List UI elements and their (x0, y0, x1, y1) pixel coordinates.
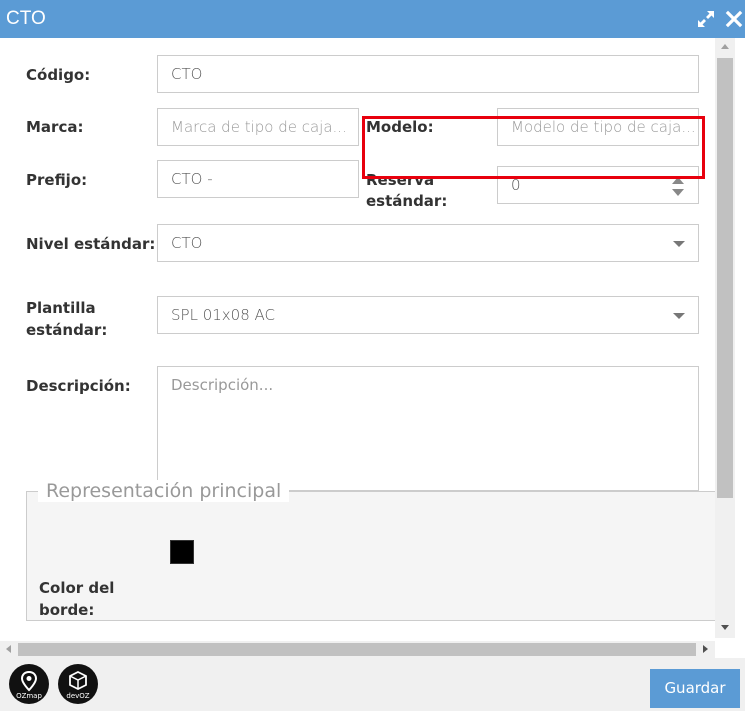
vertical-scroll-thumb[interactable] (717, 58, 733, 498)
descripcion-label: Descripción: (26, 377, 131, 395)
nivel-label: Nivel estándar: (26, 235, 156, 253)
representacion-fieldset (26, 491, 726, 621)
highlight-box (362, 116, 705, 179)
descripcion-textarea[interactable]: Descripción... (157, 366, 699, 491)
plantilla-label-line2: estándar: (26, 321, 108, 339)
representacion-legend: Representación principal (38, 480, 290, 502)
ozmap-logo: OZmap (9, 664, 49, 704)
devoz-logo-text: devOZ (66, 692, 90, 700)
plantilla-value: SPL 01x08 AC (171, 306, 275, 324)
chevron-down-icon (673, 313, 685, 319)
reserva-label-line2: estándar: (366, 192, 448, 210)
color-borde-label-line2: borde: (39, 601, 95, 619)
codigo-value: CTO (171, 65, 203, 83)
dialog-footer (0, 658, 745, 711)
codigo-input[interactable]: CTO (157, 55, 699, 93)
prefijo-input[interactable]: CTO - (157, 160, 359, 198)
codigo-label: Código: (26, 66, 91, 84)
scroll-left-icon[interactable] (6, 645, 11, 653)
scroll-up-icon[interactable] (721, 44, 729, 49)
plantilla-select[interactable]: SPL 01x08 AC (157, 296, 699, 334)
prefijo-label: Prefijo: (26, 171, 88, 189)
scroll-corner (715, 638, 745, 658)
close-icon[interactable] (724, 9, 744, 29)
devoz-logo: devOZ (58, 664, 98, 704)
expand-arrows-icon[interactable] (696, 9, 716, 29)
window-titlebar: CTO (0, 0, 745, 38)
plantilla-label-line1: Plantilla (26, 299, 96, 317)
save-button[interactable]: Guardar (650, 669, 740, 708)
vertical-scrollbar[interactable] (715, 38, 735, 638)
color-borde-label-line1: Color del (39, 579, 115, 597)
ozmap-logo-text: OZmap (16, 692, 42, 700)
border-color-swatch[interactable] (170, 540, 194, 564)
horizontal-scrollbar[interactable] (0, 641, 715, 658)
horizontal-scroll-thumb[interactable] (18, 643, 696, 656)
scroll-down-icon[interactable] (721, 625, 729, 630)
marca-placeholder: Marca de tipo de caja... (171, 118, 347, 136)
marca-input[interactable]: Marca de tipo de caja... (157, 108, 359, 146)
stepper-down-icon[interactable] (672, 189, 684, 196)
chevron-down-icon (673, 241, 685, 247)
marca-label: Marca: (26, 118, 84, 136)
window-title: CTO (6, 8, 46, 29)
scroll-right-icon[interactable] (703, 645, 708, 653)
nivel-select[interactable]: CTO (157, 224, 699, 262)
descripcion-placeholder: Descripción... (171, 376, 274, 394)
prefijo-value: CTO - (171, 170, 213, 188)
nivel-value: CTO (171, 234, 203, 252)
